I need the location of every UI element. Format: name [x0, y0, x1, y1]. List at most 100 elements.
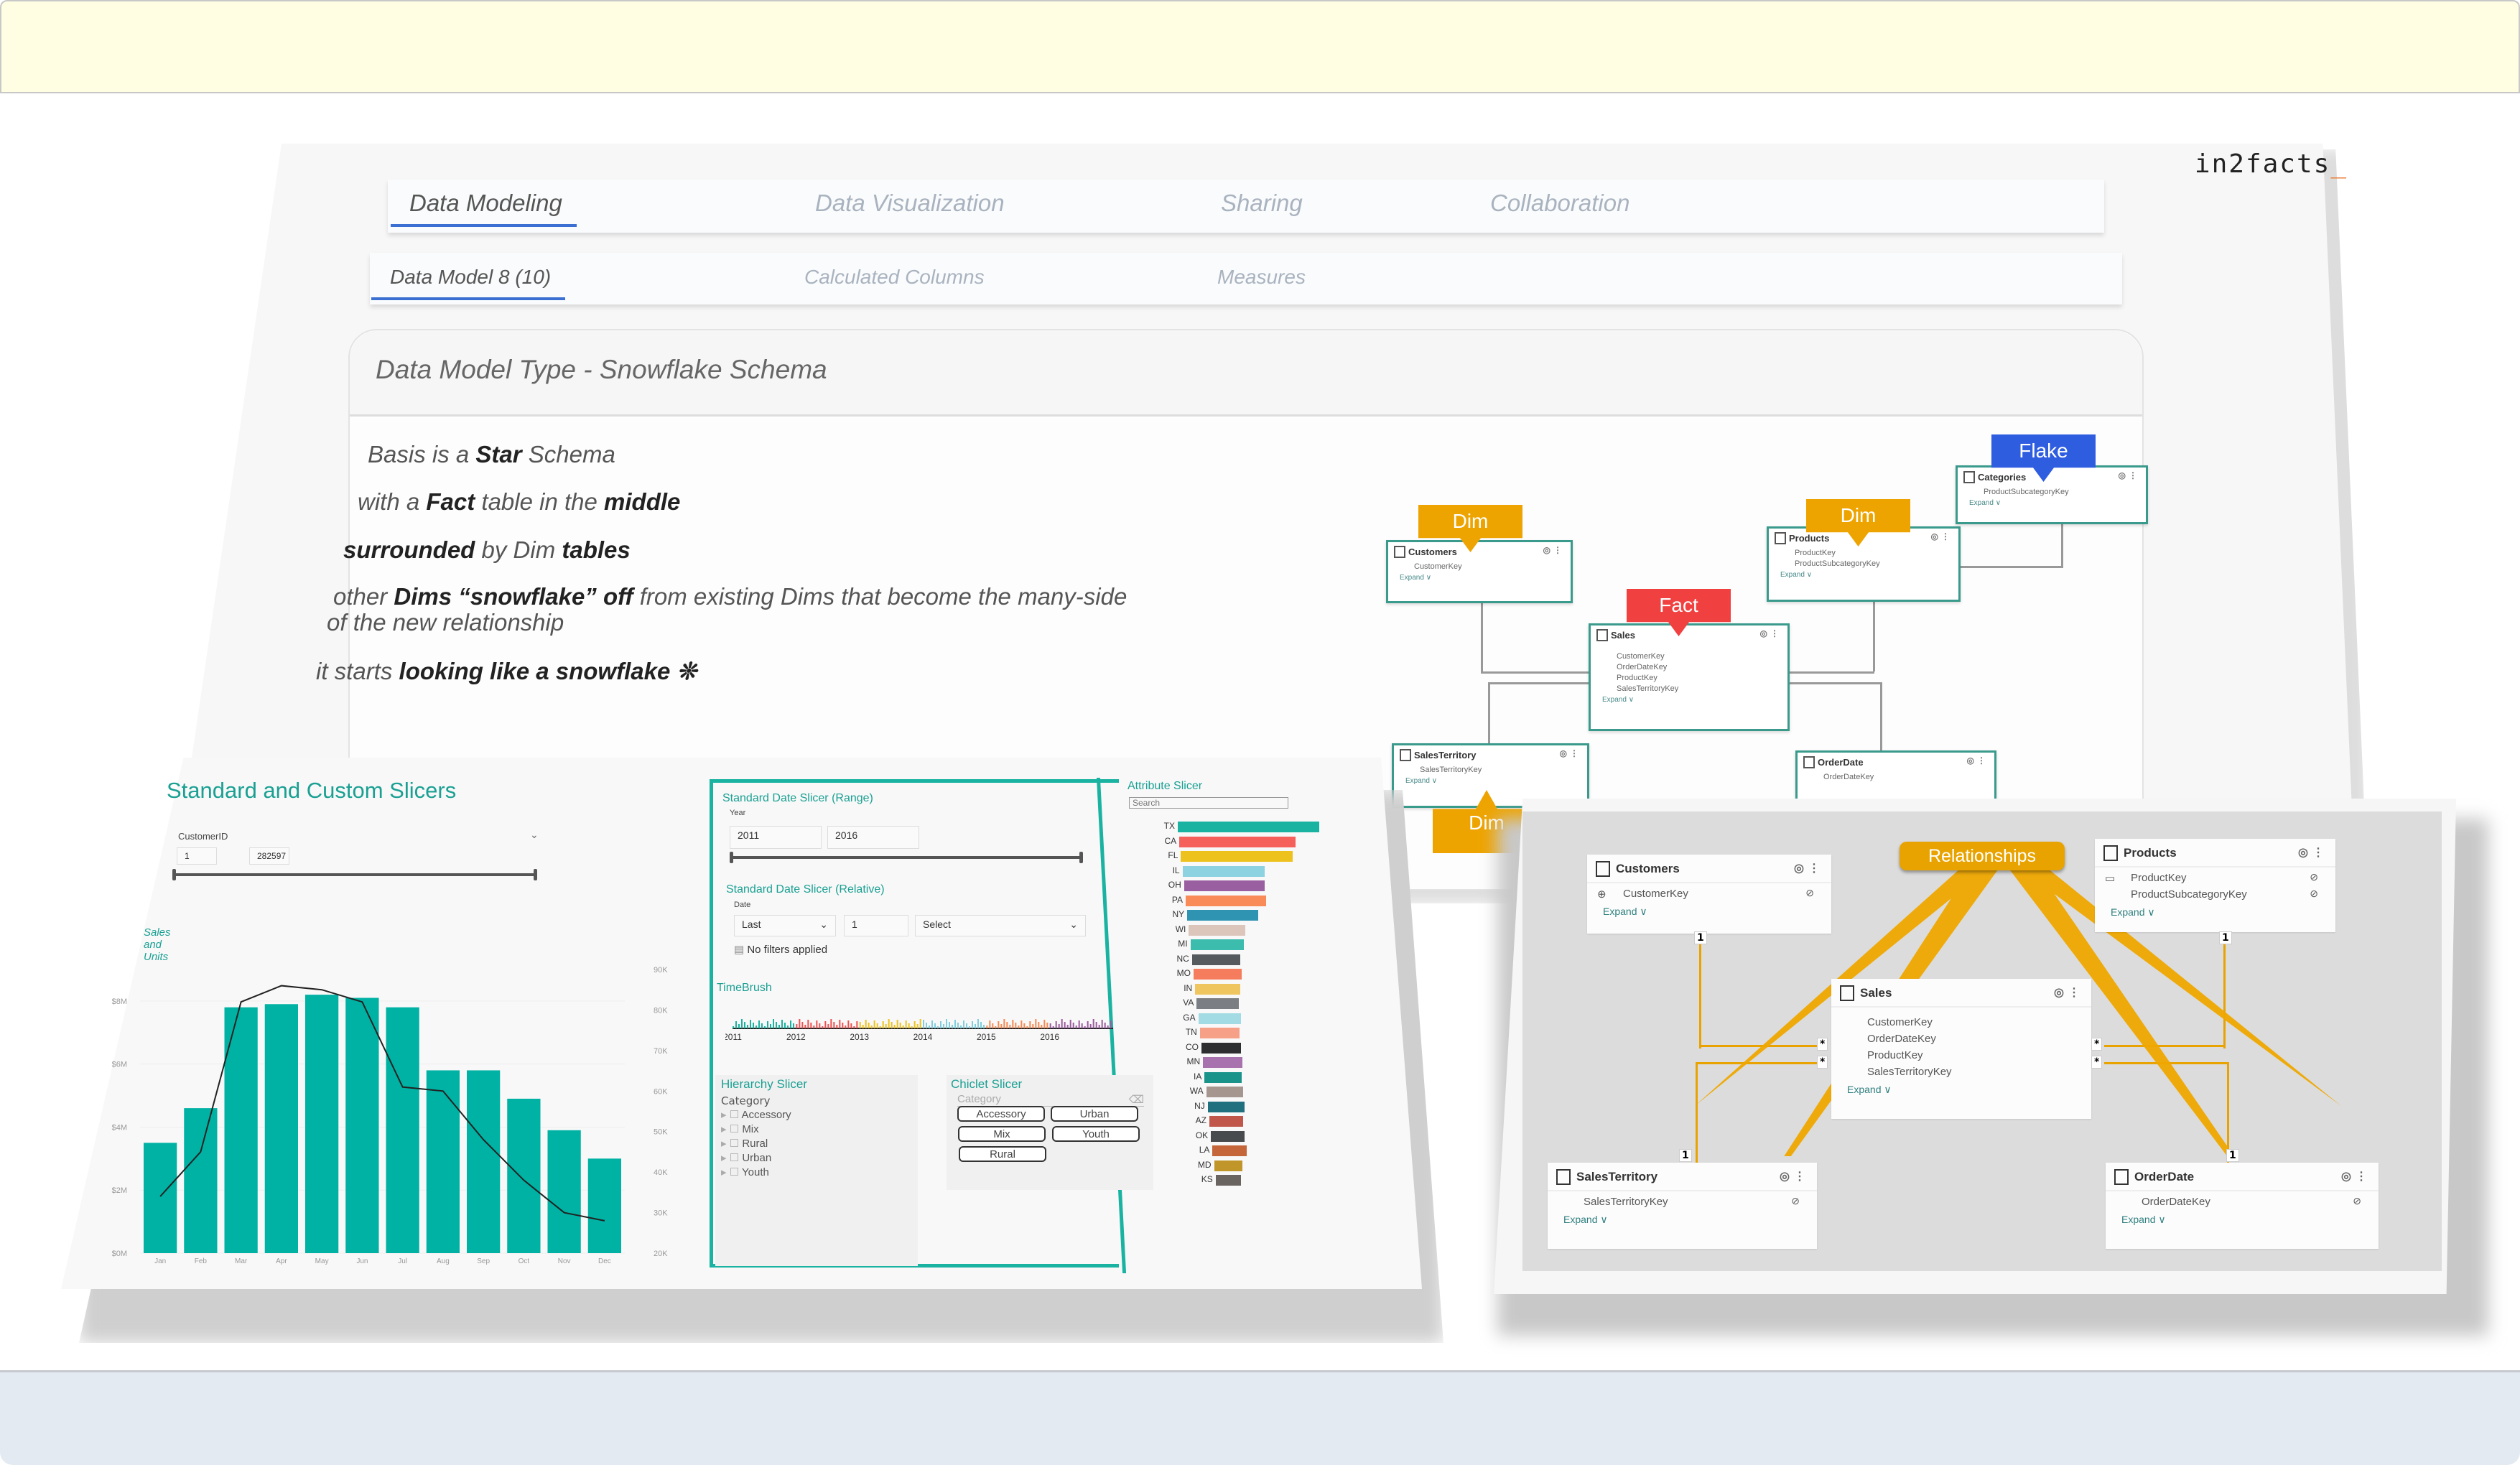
relative-mode-dropdown[interactable]: Last ⌄ — [734, 915, 836, 936]
tab-collaboration[interactable]: Collaboration — [1490, 190, 1629, 217]
attribute-bar[interactable] — [1199, 1028, 1240, 1038]
timebrush-chart[interactable]: 2011 2012 2013 2014 2015 2016 — [725, 1005, 1128, 1048]
visibility-more-icons[interactable]: ◎⋮ — [2054, 985, 2084, 1000]
visibility-more-icons[interactable]: ◎⋮ — [2298, 845, 2328, 860]
model-table-customers[interactable]: Customers ◎⋮ ⊕ CustomerKey ⊘ Expand ∨ — [1587, 855, 1831, 934]
expand-link[interactable]: Expand ∨ — [1958, 496, 2146, 510]
attribute-bar[interactable] — [1209, 1116, 1244, 1127]
y-tick-label: $6M — [112, 1061, 127, 1069]
visibility-more-icons[interactable]: ◎⋮ — [2119, 470, 2140, 480]
attribute-bar[interactable] — [1207, 1101, 1245, 1112]
timebrush-bar — [1026, 1026, 1028, 1028]
expand-link[interactable]: Expand ∨ — [1831, 1078, 2091, 1102]
attribute-bar[interactable] — [1206, 1087, 1243, 1097]
relationships-callout: Relationships — [1900, 842, 2065, 870]
attribute-bar[interactable] — [1179, 836, 1296, 847]
year-from-input[interactable]: 2011 — [730, 826, 822, 849]
timebrush-bar — [966, 1023, 967, 1028]
hidden-icon[interactable]: ⊘ — [1791, 1195, 1800, 1207]
timebrush-bar — [862, 1025, 864, 1028]
timebrush-bar — [753, 1023, 754, 1028]
model-table-salesterritory[interactable]: SalesTerritory ◎⋮ SalesTerritoryKey ⊘ Expa… — [1548, 1163, 1817, 1249]
expand-link[interactable]: Expand ∨ — [1587, 900, 1831, 924]
tab-sharing[interactable]: Sharing — [1221, 190, 1303, 217]
date-relative-title: Standard Date Slicer (Relative) — [726, 883, 885, 896]
hidden-icon[interactable]: ⊘ — [2353, 1195, 2361, 1207]
attribute-bar[interactable] — [1198, 1013, 1241, 1024]
model-table-sales[interactable]: Sales ◎⋮ CustomerKey OrderDateKey Product… — [1831, 979, 2091, 1119]
attribute-bar[interactable] — [1204, 1071, 1242, 1083]
er-table-sales[interactable]: Sales ◎⋮ CustomerKey OrderDateKey Product… — [1589, 623, 1790, 731]
timebrush-bar — [983, 1025, 985, 1028]
attribute-bar[interactable] — [1178, 822, 1319, 832]
chiclet-button[interactable]: Youth — [1052, 1126, 1140, 1142]
expand-link[interactable]: Expand ∨ — [2106, 1208, 2379, 1232]
chiclet-button[interactable]: Urban — [1051, 1106, 1138, 1122]
model-table-orderdate[interactable]: OrderDate ◎⋮ OrderDateKey ⊘ Expand ∨ — [2106, 1163, 2379, 1249]
attribute-label: TX — [1163, 821, 1175, 831]
attribute-bar[interactable] — [1215, 1175, 1242, 1186]
expand-link[interactable]: Expand ∨ — [1769, 568, 1958, 582]
attribute-label: IN — [1184, 982, 1193, 993]
expand-link[interactable]: Expand ∨ — [1388, 571, 1571, 585]
expand-link[interactable]: Expand ∨ — [1591, 693, 1787, 707]
visibility-more-icons[interactable]: ◎⋮ — [2341, 1169, 2371, 1183]
attribute-bar[interactable] — [1203, 1057, 1243, 1068]
attribute-bar[interactable] — [1201, 1042, 1242, 1054]
hidden-icon[interactable]: ⊘ — [2310, 871, 2318, 883]
hidden-icon[interactable]: ⊘ — [1805, 887, 1814, 899]
hierarchy-item[interactable]: Rural — [721, 1137, 768, 1150]
field: OrderDateKey — [1617, 663, 1668, 671]
hierarchy-item[interactable]: Urban — [721, 1151, 771, 1164]
attribute-bar[interactable] — [1212, 1145, 1247, 1156]
attribute-bar[interactable] — [1186, 895, 1267, 906]
relative-unit-dropdown[interactable]: Select ⌄ — [915, 915, 1086, 936]
timebrush-bar — [923, 1020, 924, 1028]
year-to-input[interactable]: 2016 — [827, 826, 919, 849]
bar — [184, 1108, 218, 1253]
attribute-bar[interactable] — [1214, 1160, 1242, 1171]
attribute-bar[interactable] — [1182, 865, 1265, 877]
attribute-bar[interactable] — [1194, 969, 1242, 980]
visibility-more-icons[interactable]: ◎⋮ — [1794, 861, 1824, 875]
hierarchy-item[interactable]: Youth — [721, 1166, 769, 1178]
visibility-more-icons[interactable]: ◎⋮ — [1760, 628, 1782, 638]
visibility-more-icons[interactable]: ◎⋮ — [1931, 531, 1953, 541]
year-range-slider[interactable] — [730, 852, 1083, 863]
visibility-more-icons[interactable]: ◎⋮ — [1543, 545, 1565, 555]
visibility-more-icons[interactable]: ◎⋮ — [1967, 755, 1989, 766]
hidden-icon[interactable]: ⊘ — [2310, 888, 2318, 900]
relative-count-input[interactable]: 1 — [844, 915, 908, 936]
chiclet-button[interactable]: Mix — [958, 1126, 1046, 1142]
eraser-icon[interactable]: ⌫ — [1129, 1093, 1144, 1106]
expand-link[interactable]: Expand ∨ — [1548, 1208, 1817, 1232]
timebrush-title: TimeBrush — [717, 982, 772, 994]
expand-link[interactable]: Expand ∨ — [2095, 901, 2335, 924]
attribute-bar[interactable] — [1190, 939, 1245, 950]
attribute-bar[interactable] — [1181, 851, 1293, 862]
attribute-bar[interactable] — [1211, 1130, 1245, 1142]
chiclet-button[interactable]: Accessory — [957, 1106, 1045, 1122]
model-table-products[interactable]: Products ◎⋮ ▭ ProductKey ⊘ ProductSubcatego… — [2095, 839, 2335, 932]
hierarchy-item[interactable]: Accessory — [721, 1108, 791, 1121]
tab-data-visualization[interactable]: Data Visualization — [815, 190, 1005, 217]
chiclet-button[interactable]: Rural — [959, 1146, 1046, 1162]
attribute-bar[interactable] — [1191, 954, 1240, 965]
attribute-bar[interactable] — [1196, 998, 1240, 1009]
tab-calculated-columns[interactable]: Calculated Columns — [804, 266, 985, 289]
attribute-bar[interactable] — [1187, 910, 1258, 921]
expand-link[interactable]: Expand ∨ — [1394, 774, 1587, 788]
timebrush-bar — [767, 1021, 768, 1028]
er-table-categories[interactable]: Categories ◎⋮ ProductSubcategoryKey Expan… — [1956, 465, 2148, 524]
er-table-orderdate[interactable]: OrderDate ◎⋮ OrderDateKey — [1795, 750, 1996, 804]
tab-measures[interactable]: Measures — [1217, 266, 1306, 289]
er-table-customers[interactable]: Customers ◎⋮ CustomerKey Expand ∨ — [1386, 540, 1573, 603]
hierarchy-item[interactable]: Mix — [721, 1122, 758, 1135]
visibility-more-icons[interactable]: ◎⋮ — [1560, 748, 1581, 758]
attribute-bar[interactable] — [1195, 983, 1241, 995]
attribute-bar[interactable] — [1189, 924, 1246, 936]
visibility-more-icons[interactable]: ◎⋮ — [1780, 1169, 1810, 1183]
attribute-search-input[interactable]: Search — [1129, 797, 1288, 809]
attribute-bar[interactable] — [1184, 880, 1265, 891]
cardinality-one: 1 — [1694, 931, 1707, 944]
